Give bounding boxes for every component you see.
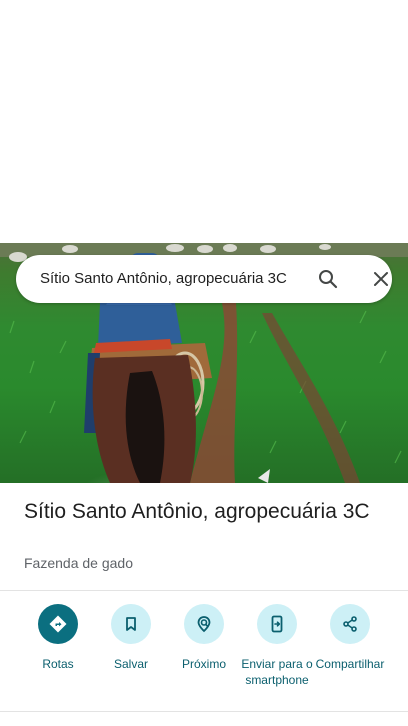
share-label: Compartilhar — [315, 657, 385, 671]
directions-icon — [38, 604, 78, 644]
divider — [0, 590, 408, 591]
save-button[interactable]: Salvar — [94, 604, 168, 672]
directions-button[interactable]: Rotas — [21, 604, 95, 672]
directions-label: Rotas — [42, 657, 74, 671]
nearby-button[interactable]: Próximo — [167, 604, 241, 672]
share-button[interactable]: Compartilhar — [313, 604, 387, 672]
nearby-icon — [184, 604, 224, 644]
blank-area — [0, 0, 408, 243]
close-icon[interactable] — [369, 267, 393, 291]
nearby-label: Próximo — [181, 657, 226, 671]
save-label: Salvar — [113, 657, 148, 671]
bookmark-icon — [111, 604, 151, 644]
search-bar[interactable]: Sítio Santo Antônio, agropecuária 3C — [16, 255, 392, 303]
place-category: Fazenda de gado — [24, 555, 133, 571]
search-icon[interactable] — [316, 267, 340, 291]
share-icon — [330, 604, 370, 644]
send-to-phone-button[interactable]: Enviar para o smartphone — [240, 604, 314, 688]
send-to-phone-label: Enviar para o smartphone — [241, 657, 313, 687]
divider — [0, 711, 408, 712]
search-input[interactable]: Sítio Santo Antônio, agropecuária 3C — [40, 255, 292, 303]
place-title: Sítio Santo Antônio, agropecuária 3C — [24, 500, 370, 523]
send-to-phone-icon — [257, 604, 297, 644]
